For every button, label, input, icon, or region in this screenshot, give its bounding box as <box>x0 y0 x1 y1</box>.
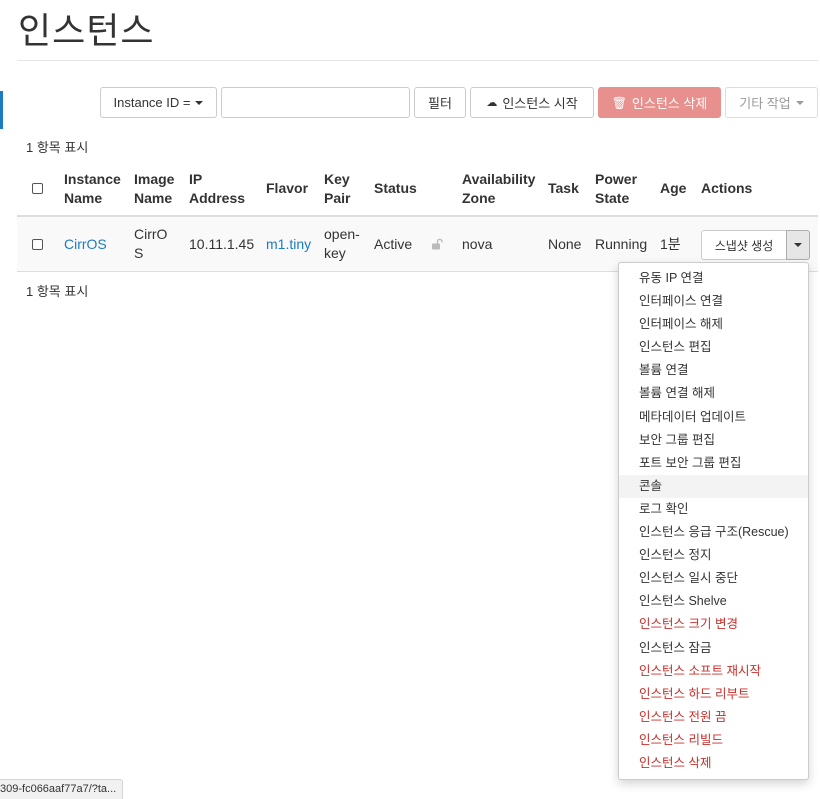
more-actions-label: 기타 작업 <box>739 96 791 111</box>
availability-zone-cell: nova <box>462 235 493 252</box>
caret-down-icon <box>795 100 804 105</box>
instance-name-link[interactable]: CirrOS <box>64 217 107 271</box>
status-bar-url: 309-fc066aaf77a7/?ta... <box>0 779 124 799</box>
menu-item[interactable]: 볼륨 연결 <box>619 359 808 382</box>
row-actions-dropdown-toggle[interactable] <box>786 230 810 260</box>
filter-field-select[interactable]: Instance ID = <box>100 87 217 118</box>
menu-item[interactable]: 메타데이터 업데이트 <box>619 406 808 429</box>
column-power-state[interactable]: Power State <box>595 162 647 215</box>
title-divider <box>17 60 818 61</box>
filter-field-label: Instance ID = <box>113 95 191 110</box>
column-status[interactable]: Status <box>374 162 417 215</box>
menu-item[interactable]: 인스턴스 일시 중단 <box>619 567 808 590</box>
menu-item[interactable]: 유동 IP 연결 <box>619 267 808 290</box>
column-image-name[interactable]: Image Name <box>134 162 180 215</box>
row-checkbox[interactable] <box>32 238 43 250</box>
more-actions-button[interactable]: 기타 작업 <box>725 87 818 118</box>
create-snapshot-button[interactable]: 스냅샷 생성 <box>701 230 787 260</box>
filter-button[interactable]: 필터 <box>414 87 466 118</box>
filter-input[interactable] <box>221 87 410 118</box>
column-ip-address[interactable]: IP Address <box>189 162 251 215</box>
menu-item[interactable]: 보안 그룹 편집 <box>619 429 808 452</box>
column-task[interactable]: Task <box>548 162 579 215</box>
menu-item[interactable]: 인스턴스 정지 <box>619 544 808 567</box>
column-age[interactable]: Age <box>660 162 686 215</box>
menu-item[interactable]: 로그 확인 <box>619 498 808 521</box>
menu-item[interactable]: 인스턴스 응급 구조(Rescue) <box>619 521 808 544</box>
column-flavor[interactable]: Flavor <box>266 162 308 215</box>
menu-item[interactable]: 인터페이스 연결 <box>619 290 808 313</box>
trash-icon: 🗑 <box>611 95 627 110</box>
select-all-checkbox[interactable] <box>32 183 43 194</box>
menu-item[interactable]: 인터페이스 해제 <box>619 313 808 336</box>
menu-item[interactable]: 인스턴스 Shelve <box>619 590 808 613</box>
menu-item[interactable]: 인스턴스 소프트 재시작 <box>619 660 808 683</box>
menu-item[interactable]: 인스턴스 하드 리부트 <box>619 683 808 706</box>
column-actions: Actions <box>701 180 753 196</box>
table-actions-toolbar: Instance ID = 필터 ☁ 인스턴스 시작 🗑 인스턴스 삭제 기타 … <box>0 87 820 120</box>
launch-instance-label: 인스턴스 시작 <box>502 96 578 111</box>
delete-instances-label: 인스턴스 삭제 <box>631 96 708 111</box>
item-count-top: 1 항목 표시 <box>26 140 89 155</box>
select-all-cell <box>32 162 43 215</box>
image-name-cell: CirrOS <box>134 226 168 261</box>
page-title: 인스턴스 <box>18 10 155 51</box>
row-select-cell <box>32 217 43 271</box>
delete-instances-button[interactable]: 🗑 인스턴스 삭제 <box>598 87 721 118</box>
column-instance-name[interactable]: Instance Name <box>64 162 126 215</box>
menu-item[interactable]: 인스턴스 크기 변경 <box>619 613 808 636</box>
ip-address-cell: 10.11.1.45 <box>189 235 255 252</box>
menu-item[interactable]: 인스턴스 전원 끔 <box>619 706 808 729</box>
menu-item[interactable]: 포트 보안 그룹 편집 <box>619 452 808 475</box>
row-actions-menu: 유동 IP 연결 인터페이스 연결 인터페이스 해제 인스턴스 편집 볼륨 연결 볼륨 연… <box>618 262 809 780</box>
caret-down-icon <box>794 243 802 247</box>
table-header: Instance Name Image Name IP Address Flav… <box>17 162 818 217</box>
key-pair-cell: open-key <box>324 226 360 261</box>
menu-item[interactable]: 콘솔 <box>619 474 808 498</box>
menu-item[interactable]: 인스턴스 리빌드 <box>619 729 808 752</box>
menu-item[interactable]: 인스턴스 삭제 <box>619 752 808 775</box>
unlock-icon <box>431 217 443 271</box>
cloud-upload-icon: ☁ <box>486 97 498 109</box>
row-actions-button-group: 스냅샷 생성 <box>701 230 810 260</box>
column-availability-zone[interactable]: Availability Zone <box>462 162 542 215</box>
column-key-pair[interactable]: Key Pair <box>324 162 360 215</box>
item-count-bottom: 1 항목 표시 <box>26 284 89 299</box>
instances-table: Instance Name Image Name IP Address Flav… <box>17 162 818 272</box>
task-cell: None <box>548 235 582 252</box>
launch-instance-button[interactable]: ☁ 인스턴스 시작 <box>470 87 594 118</box>
status-cell: Active <box>374 235 413 252</box>
flavor-link[interactable]: m1.tiny <box>266 217 311 271</box>
caret-down-icon <box>195 100 204 105</box>
menu-item[interactable]: 인스턴스 편집 <box>619 336 808 359</box>
menu-item[interactable]: 인스턴스 잠금 <box>619 637 808 660</box>
menu-item[interactable]: 볼륨 연결 해제 <box>619 382 808 405</box>
